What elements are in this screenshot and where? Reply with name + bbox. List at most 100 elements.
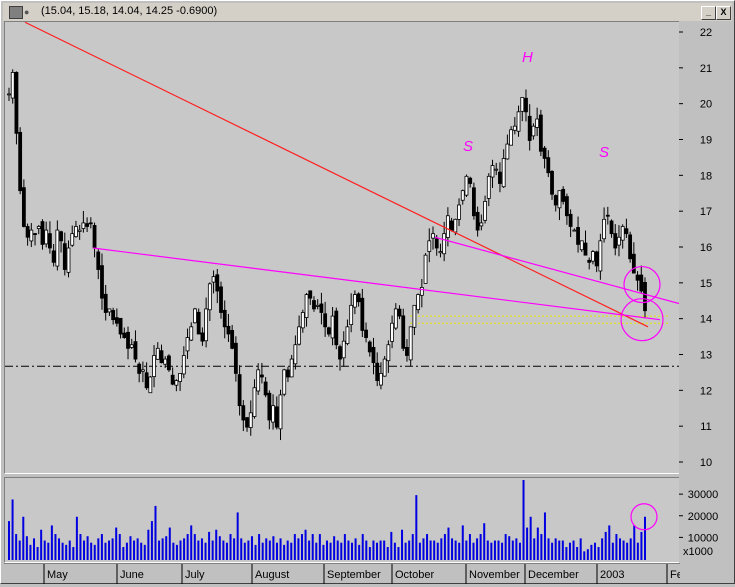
chart-icon[interactable] — [9, 6, 23, 19]
candle — [215, 269, 220, 304]
candle-body — [193, 308, 197, 324]
volume-bar — [329, 542, 332, 560]
candle-body — [364, 329, 368, 338]
volume-bar — [436, 542, 439, 560]
month-label: June — [120, 569, 144, 581]
candle — [304, 292, 309, 327]
candle-body — [271, 405, 275, 423]
candle-body — [300, 312, 305, 329]
candle-body — [486, 175, 491, 199]
candle-body — [609, 220, 614, 235]
candle-body — [352, 294, 357, 308]
candle-body — [379, 373, 383, 386]
candle-body — [334, 310, 339, 346]
candle-body — [81, 222, 86, 229]
volume-bar — [311, 534, 314, 560]
candle-body — [349, 304, 354, 325]
candle — [289, 354, 294, 378]
close-button[interactable]: X — [716, 6, 731, 20]
volume-bar — [415, 495, 418, 560]
candle-body — [360, 297, 365, 331]
volume-bar — [615, 534, 618, 560]
candle-body — [542, 147, 547, 159]
candle — [382, 356, 387, 377]
candle-body — [14, 71, 19, 134]
candle — [319, 292, 324, 325]
volume-bar — [333, 536, 336, 560]
minimize-button[interactable]: _ — [701, 6, 716, 20]
candle-body — [297, 326, 302, 345]
volume-bar — [83, 540, 86, 560]
candle-body — [144, 372, 149, 389]
candle — [44, 221, 49, 248]
candle-body — [114, 317, 119, 324]
candle-body — [312, 300, 316, 310]
candle-body — [85, 223, 90, 227]
volume-bar — [440, 538, 443, 560]
volume-bar — [458, 542, 461, 560]
price-chart[interactable]: S H S — [5, 21, 680, 473]
candle-body — [189, 326, 194, 341]
candle-body — [535, 118, 540, 128]
volume-bar — [254, 544, 257, 560]
candle — [613, 224, 618, 256]
candle — [308, 290, 313, 305]
link-icon[interactable]: ● — [24, 7, 29, 17]
candle-body — [605, 214, 610, 217]
candle — [557, 190, 562, 221]
volume-bar — [104, 542, 107, 560]
candle-body — [568, 213, 573, 227]
candle-body — [598, 240, 603, 272]
price-tick-label: 21 — [700, 63, 712, 75]
volume-axis: 10000 20000 30000 x1000 — [679, 477, 734, 563]
volume-bar — [268, 540, 271, 560]
candle-body — [92, 225, 97, 249]
candle — [538, 109, 543, 157]
candle-body — [587, 259, 592, 263]
volume-chart[interactable] — [5, 478, 679, 562]
volume-bar — [418, 542, 421, 560]
candle-body — [260, 374, 264, 378]
candle-body — [122, 332, 127, 338]
candle — [181, 346, 186, 379]
volume-bar — [347, 540, 350, 560]
candle-body — [274, 406, 279, 428]
candle-body — [520, 97, 525, 112]
candle-body — [505, 143, 510, 160]
volume-bar — [243, 542, 246, 560]
volume-bar — [25, 536, 28, 560]
volume-bar — [50, 525, 53, 560]
candle — [572, 228, 577, 232]
candle — [405, 339, 409, 362]
candle-body — [62, 243, 67, 270]
chart-window: ● (15.04, 15.18, 14.04, 14.25 -0.6900) _… — [0, 0, 735, 584]
candle-body — [550, 170, 554, 195]
candle-body — [163, 358, 168, 365]
candle — [103, 284, 108, 321]
volume-bar — [18, 540, 21, 560]
month-label: October — [395, 569, 434, 581]
volume-bar — [86, 536, 89, 560]
volume-bar — [186, 534, 189, 560]
candle — [118, 317, 123, 339]
candle — [624, 218, 629, 238]
candle-body — [427, 240, 432, 252]
candle-body — [152, 355, 156, 378]
volume-bar — [536, 527, 539, 560]
volume-bar — [558, 540, 561, 560]
candle — [602, 207, 606, 243]
volume-bar — [611, 542, 614, 560]
head-label: H — [522, 49, 533, 66]
volume-bar — [547, 538, 550, 560]
volume-chart-panel[interactable] — [4, 477, 680, 563]
price-chart-panel[interactable]: S H S — [4, 21, 680, 474]
title-bar[interactable]: ● (15.04, 15.18, 14.04, 14.25 -0.6900) _… — [3, 3, 732, 21]
volume-bar — [211, 540, 214, 560]
volume-bar — [122, 547, 125, 560]
volume-bar — [565, 547, 568, 560]
price-tick-label: 13 — [700, 350, 712, 362]
neckline-upper — [434, 236, 680, 305]
candle-body — [475, 211, 480, 231]
volume-bar — [47, 542, 50, 560]
candle — [18, 127, 23, 195]
